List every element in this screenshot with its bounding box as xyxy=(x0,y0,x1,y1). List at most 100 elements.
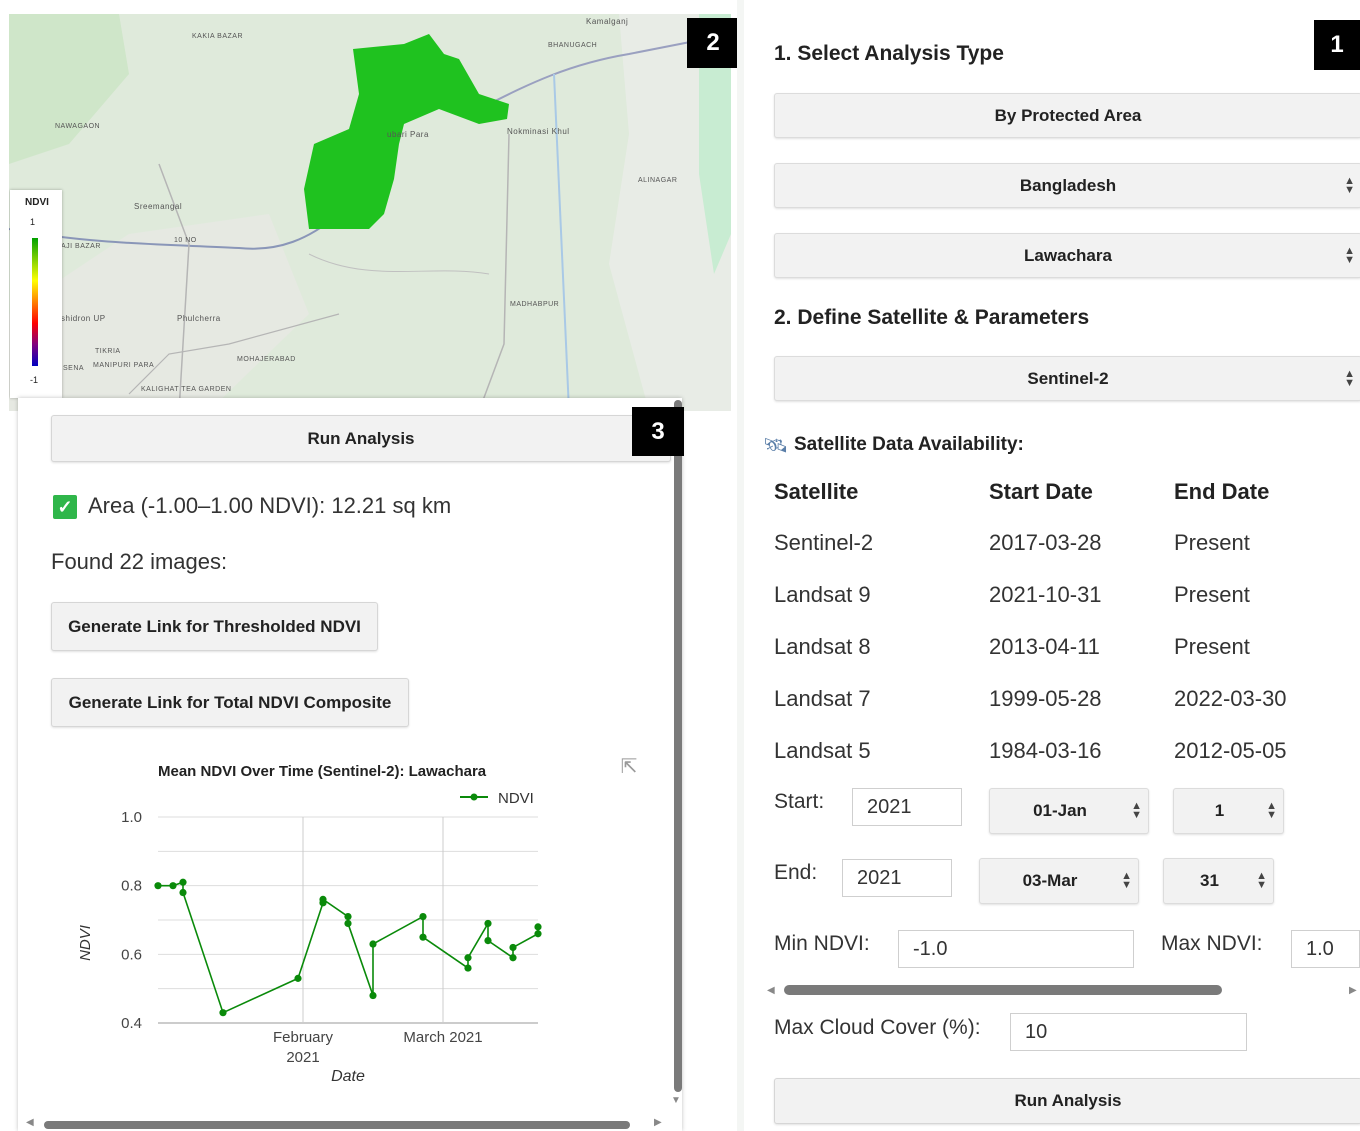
scroll-down-icon[interactable]: ▼ xyxy=(671,1095,681,1106)
data-point[interactable] xyxy=(534,923,542,931)
panel-divider xyxy=(737,0,744,1131)
max-ndvi-label: Max NDVI: xyxy=(1161,932,1263,955)
table-cell: Present xyxy=(1174,634,1250,659)
section-select-analysis: 1. Select Analysis Type xyxy=(774,42,1004,65)
table-cell: Present xyxy=(1174,530,1250,555)
country-value: Bangladesh xyxy=(1019,175,1117,195)
data-point[interactable] xyxy=(344,919,352,928)
scroll-left-icon[interactable]: ◀ xyxy=(26,1117,34,1128)
satellite-select[interactable]: Sentinel-2 ▲ ▼ xyxy=(774,356,1360,401)
scroll-left-icon[interactable]: ◀ xyxy=(767,985,775,996)
chevron-updown-icon: ▲ ▼ xyxy=(1344,244,1355,266)
legend-marker xyxy=(470,793,478,801)
chevron-updown-icon: ▲ ▼ xyxy=(1266,800,1277,821)
ndvi-series-line xyxy=(158,881,539,1014)
found-images-text: Found 22 images: xyxy=(51,549,228,574)
data-point[interactable] xyxy=(319,895,327,903)
table-cell: Present xyxy=(1174,582,1250,607)
chevron-updown-icon: ▲ ▼ xyxy=(1256,870,1267,891)
table-cell: 2021-10-31 xyxy=(989,582,1102,607)
data-point[interactable] xyxy=(484,919,492,928)
data-point[interactable] xyxy=(179,888,187,897)
results-panel: Run Analysis ✓ Area (-1.00–1.00 NDVI): 1… xyxy=(18,398,682,1131)
x-tick-label: March 2021 xyxy=(403,1029,482,1046)
scroll-right-icon[interactable]: ▶ xyxy=(654,1117,662,1128)
controls-horizontal-scrollbar[interactable] xyxy=(784,985,1222,995)
y-tick-label: 0.6 xyxy=(121,946,142,963)
table-cell: 2012-05-05 xyxy=(1174,738,1287,763)
x-tick-label: 2021 xyxy=(286,1049,319,1066)
data-point[interactable] xyxy=(169,882,177,890)
map-badge: 2 xyxy=(687,18,739,68)
scroll-right-icon[interactable]: ▶ xyxy=(1349,985,1357,996)
min-ndvi-input[interactable]: -1.0 xyxy=(898,930,1134,968)
horizontal-scrollbar[interactable] xyxy=(44,1121,630,1129)
data-point[interactable] xyxy=(464,954,472,962)
data-point[interactable] xyxy=(509,943,517,952)
data-point[interactable] xyxy=(369,991,377,1000)
total-ndvi-composite-button[interactable]: Generate Link for Total NDVI Composite xyxy=(51,678,409,727)
thresholded-ndvi-link-button[interactable]: Generate Link for Thresholded NDVI xyxy=(51,602,378,651)
protected-area-select[interactable]: Lawachara ▲ ▼ xyxy=(774,233,1360,278)
protected-area-value: Lawachara xyxy=(1024,245,1112,265)
data-point[interactable] xyxy=(344,912,352,921)
data-point[interactable] xyxy=(294,974,302,982)
run-analysis-button[interactable]: Run Analysis xyxy=(51,415,671,462)
map-view[interactable]: KAKIA BAZAR NAWAGAON Sreemangal AJI BAZA… xyxy=(9,14,731,411)
max-ndvi-input[interactable]: 1.0 xyxy=(1291,930,1360,968)
data-point[interactable] xyxy=(484,937,492,945)
end-year-input[interactable]: 2021 xyxy=(842,859,952,897)
cloud-cover-label: Max Cloud Cover (%): xyxy=(774,1016,981,1039)
satellite-icon: 🛰 xyxy=(763,435,789,457)
end-day-value: 31 xyxy=(1200,871,1219,890)
start-day-select[interactable]: 1 ▲ ▼ xyxy=(1173,788,1284,834)
table-cell: 2022-03-30 xyxy=(1174,686,1287,711)
controls-badge: 1 xyxy=(1314,20,1360,70)
data-point[interactable] xyxy=(154,882,162,890)
legend-max: 1 xyxy=(30,217,36,227)
chart-title: Mean NDVI Over Time (Sentinel-2): Lawach… xyxy=(158,763,487,780)
country-select[interactable]: Bangladesh ▲ ▼ xyxy=(774,163,1360,208)
table-cell: Landsat 7 xyxy=(774,686,871,711)
data-point[interactable] xyxy=(219,1009,227,1017)
ndvi-legend: NDVI 1 -1 xyxy=(10,190,62,398)
data-point[interactable] xyxy=(419,933,427,941)
analysis-type-value: By Protected Area xyxy=(994,105,1142,125)
analysis-type-select[interactable]: By Protected Area xyxy=(774,93,1360,138)
cloud-cover-input[interactable]: 10 xyxy=(1010,1013,1247,1051)
table-cell: Landsat 8 xyxy=(774,634,871,659)
start-year-input[interactable]: 2021 xyxy=(852,788,962,826)
table-cell: 1999-05-28 xyxy=(989,686,1102,711)
table-cell: 2013-04-11 xyxy=(989,634,1100,659)
end-month-select[interactable]: 03-Mar ▲ ▼ xyxy=(979,858,1139,904)
y-tick-label: 1.0 xyxy=(121,809,142,826)
data-point[interactable] xyxy=(419,912,427,921)
min-ndvi-label: Min NDVI: xyxy=(774,932,870,955)
table-cell: Sentinel-2 xyxy=(774,530,874,555)
data-point[interactable] xyxy=(509,954,517,962)
external-link-icon[interactable]: ⇱ xyxy=(618,756,640,778)
end-label: End: xyxy=(774,861,818,884)
run-analysis-button-controls[interactable]: Run Analysis xyxy=(774,1078,1360,1124)
start-month-select[interactable]: 01-Jan ▲ ▼ xyxy=(989,788,1149,834)
area-result-text: Area (-1.00–1.00 NDVI): 12.21 sq km xyxy=(88,493,452,518)
x-axis-label: Date xyxy=(331,1068,365,1085)
chevron-updown-icon: ▲ ▼ xyxy=(1131,800,1142,821)
vertical-scrollbar[interactable] xyxy=(674,400,682,1092)
x-tick-label: February xyxy=(273,1029,334,1046)
check-icon: ✓ xyxy=(53,495,77,519)
data-point[interactable] xyxy=(534,930,542,938)
data-point[interactable] xyxy=(464,964,472,972)
col-header-start: Start Date xyxy=(989,479,1093,504)
col-header-satellite: Satellite xyxy=(774,479,859,504)
start-month-value: 01-Jan xyxy=(1033,801,1087,820)
y-axis-label: NDVI xyxy=(77,925,94,961)
chevron-updown-icon: ▲ ▼ xyxy=(1344,367,1355,389)
chevron-updown-icon: ▲ ▼ xyxy=(1344,174,1355,196)
end-day-select[interactable]: 31 ▲ ▼ xyxy=(1163,858,1274,904)
table-cell: Landsat 9 xyxy=(774,582,871,607)
start-label: Start: xyxy=(774,790,825,813)
data-point[interactable] xyxy=(369,940,377,948)
table-cell: 1984-03-16 xyxy=(989,738,1102,763)
data-point[interactable] xyxy=(179,878,187,886)
